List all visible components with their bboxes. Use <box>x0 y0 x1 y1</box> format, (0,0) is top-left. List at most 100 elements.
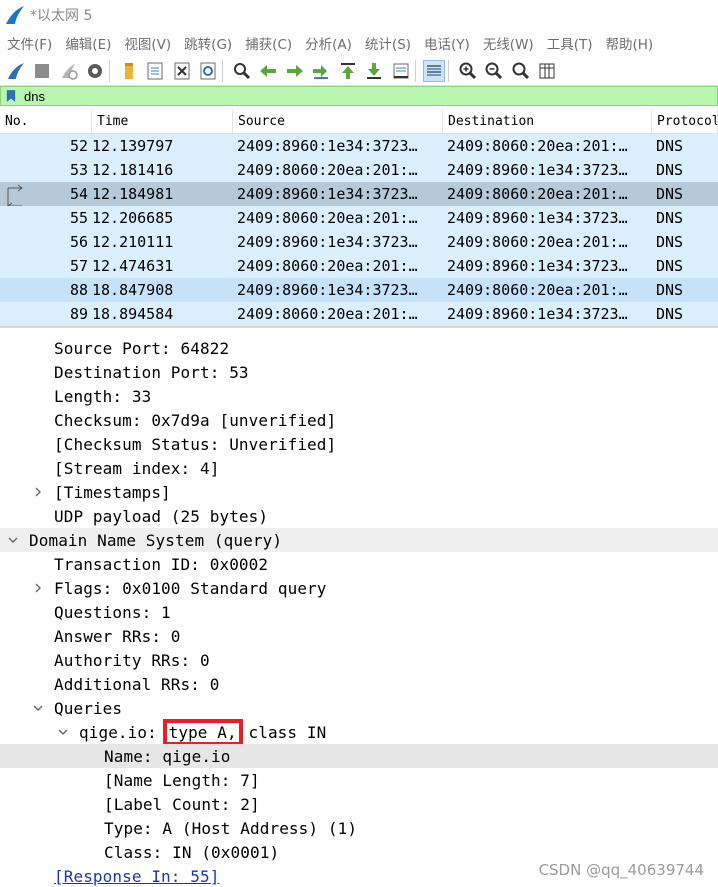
zoom-in-icon[interactable] <box>457 60 479 82</box>
start-capture-icon[interactable] <box>5 60 27 82</box>
detail-transaction-id[interactable]: Transaction ID: 0x0002 <box>0 552 718 576</box>
detail-timestamps[interactable]: [Timestamps] <box>0 480 718 504</box>
zoom-out-icon[interactable] <box>483 60 505 82</box>
detail-answer-rrs[interactable]: Answer RRs: 0 <box>0 624 718 648</box>
menu-edit[interactable]: 编辑(E) <box>65 33 111 53</box>
packet-destination: 2409:8060:20ea:201:… <box>447 233 628 251</box>
window-title: *以太网 5 <box>30 8 93 24</box>
chevron-down-icon[interactable] <box>7 534 19 546</box>
detail-type[interactable]: Type: A (Host Address) (1) <box>0 816 718 840</box>
packet-destination: 2409:8960:1e34:3723… <box>447 305 628 323</box>
detail-length[interactable]: Length: 33 <box>0 384 718 408</box>
packet-source: 2409:8960:1e34:3723… <box>237 185 418 203</box>
filter-bookmark-icon[interactable] <box>4 88 18 104</box>
chevron-down-icon[interactable] <box>57 726 69 738</box>
go-back-icon[interactable] <box>257 60 279 82</box>
save-file-icon[interactable] <box>144 60 166 82</box>
column-header-destination[interactable]: Destination <box>443 110 652 133</box>
colorize-icon[interactable] <box>423 59 445 82</box>
packet-time: 12.474631 <box>92 257 174 275</box>
detail-additional-rrs[interactable]: Additional RRs: 0 <box>0 672 718 696</box>
wireshark-logo-icon <box>6 6 24 24</box>
packet-row[interactable]: 53 12.181416 2409:8060:20ea:201:… 2409:8… <box>0 158 718 182</box>
autoscroll-icon[interactable] <box>390 60 412 82</box>
packet-list: No. Time Source Destination Protocol 52 … <box>0 110 718 328</box>
detail-checksum-status[interactable]: [Checksum Status: Unverified] <box>0 432 718 456</box>
packet-source: 2409:8060:20ea:201:… <box>237 305 418 323</box>
detail-udp-payload[interactable]: UDP payload (25 bytes) <box>0 504 718 528</box>
packet-no: 52 <box>69 137 88 155</box>
packet-no: 88 <box>69 281 88 299</box>
packet-time: 18.894584 <box>92 305 174 323</box>
column-header-source[interactable]: Source <box>233 110 443 133</box>
chevron-right-icon[interactable] <box>32 582 44 594</box>
packet-destination: 2409:8960:1e34:3723… <box>447 257 628 275</box>
menu-capture[interactable]: 捕获(C) <box>245 33 292 53</box>
packet-row[interactable]: 56 12.210111 2409:8960:1e34:3723… 2409:8… <box>0 230 718 254</box>
packet-no: 56 <box>69 233 88 251</box>
detail-name-length[interactable]: [Name Length: 7] <box>0 768 718 792</box>
detail-label-count[interactable]: [Label Count: 2] <box>0 792 718 816</box>
packet-row[interactable]: 57 12.474631 2409:8060:20ea:201:… 2409:8… <box>0 254 718 278</box>
packet-row[interactable]: 52 12.139797 2409:8960:1e34:3723… 2409:8… <box>0 134 718 158</box>
zoom-normal-icon[interactable] <box>510 60 532 82</box>
display-filter-bar <box>0 86 718 106</box>
packet-time: 18.847908 <box>92 281 174 299</box>
packet-row-selected[interactable]: 54 12.184981 2409:8960:1e34:3723… 2409:8… <box>0 182 718 210</box>
display-filter-input[interactable] <box>24 87 684 105</box>
reload-file-icon[interactable] <box>197 60 219 82</box>
menu-wireless[interactable]: 无线(W) <box>483 33 534 53</box>
detail-checksum[interactable]: Checksum: 0x7d9a [unverified] <box>0 408 718 432</box>
menu-analyze[interactable]: 分析(A) <box>305 33 352 53</box>
packet-protocol: DNS <box>656 137 684 155</box>
menu-view[interactable]: 视图(V) <box>124 33 171 53</box>
menu-bar: 文件(F) 编辑(E) 视图(V) 跳转(G) 捕获(C) 分析(A) 统计(S… <box>0 30 718 56</box>
detail-queries[interactable]: Queries <box>0 696 718 720</box>
menu-go[interactable]: 跳转(G) <box>184 33 232 53</box>
go-to-packet-icon[interactable] <box>310 60 332 82</box>
chevron-down-icon[interactable] <box>32 702 44 714</box>
chevron-right-icon[interactable] <box>32 486 44 498</box>
go-first-icon[interactable] <box>337 60 359 82</box>
detail-source-port[interactable]: Source Port: 64822 <box>0 336 718 360</box>
menu-telephony[interactable]: 电话(Y) <box>424 33 470 53</box>
detail-stream-index[interactable]: [Stream index: 4] <box>0 456 718 480</box>
capture-options-icon[interactable] <box>84 60 106 82</box>
column-header-no[interactable]: No. <box>0 110 92 133</box>
detail-dns-section[interactable]: Domain Name System (query) <box>0 528 718 552</box>
packet-protocol: DNS <box>656 281 684 299</box>
packet-row[interactable]: 88 18.847908 2409:8960:1e34:3723… 2409:8… <box>0 278 718 302</box>
open-file-icon[interactable] <box>118 60 140 82</box>
detail-query-entry[interactable]: qige.io: type A, class IN <box>0 718 718 746</box>
packet-source: 2409:8960:1e34:3723… <box>237 233 418 251</box>
stop-capture-icon[interactable] <box>31 60 53 82</box>
packet-row[interactable]: 89 18.894584 2409:8060:20ea:201:… 2409:8… <box>0 302 718 326</box>
response-in-link[interactable]: [Response In: 55] <box>54 867 219 886</box>
find-packet-icon[interactable] <box>231 60 253 82</box>
detail-authority-rrs[interactable]: Authority RRs: 0 <box>0 648 718 672</box>
packet-destination: 2409:8060:20ea:201:… <box>447 137 628 155</box>
packet-row[interactable]: 55 12.206685 2409:8060:20ea:201:… 2409:8… <box>0 206 718 230</box>
column-header-protocol[interactable]: Protocol <box>652 110 718 133</box>
menu-statistics[interactable]: 统计(S) <box>365 33 411 53</box>
column-header-time[interactable]: Time <box>92 110 233 133</box>
close-file-icon[interactable] <box>171 60 193 82</box>
toolbar-separator <box>109 59 110 82</box>
packet-time: 12.210111 <box>92 233 174 251</box>
title-bar: *以太网 5 <box>0 0 718 30</box>
resize-columns-icon[interactable] <box>536 60 558 82</box>
go-forward-icon[interactable] <box>284 60 306 82</box>
restart-capture-icon[interactable] <box>58 60 80 82</box>
detail-destination-port[interactable]: Destination Port: 53 <box>0 360 718 384</box>
menu-file[interactable]: 文件(F) <box>7 33 52 53</box>
packet-no: 57 <box>69 257 88 275</box>
menu-tools[interactable]: 工具(T) <box>547 33 593 53</box>
menu-help[interactable]: 帮助(H) <box>605 33 653 53</box>
detail-name[interactable]: Name: qige.io <box>0 744 718 768</box>
detail-flags[interactable]: Flags: 0x0100 Standard query <box>0 576 718 600</box>
detail-questions[interactable]: Questions: 1 <box>0 600 718 624</box>
packet-source: 2409:8960:1e34:3723… <box>237 281 418 299</box>
packet-time: 12.206685 <box>92 209 174 227</box>
packet-protocol: DNS <box>656 209 684 227</box>
go-last-icon[interactable] <box>363 60 385 82</box>
